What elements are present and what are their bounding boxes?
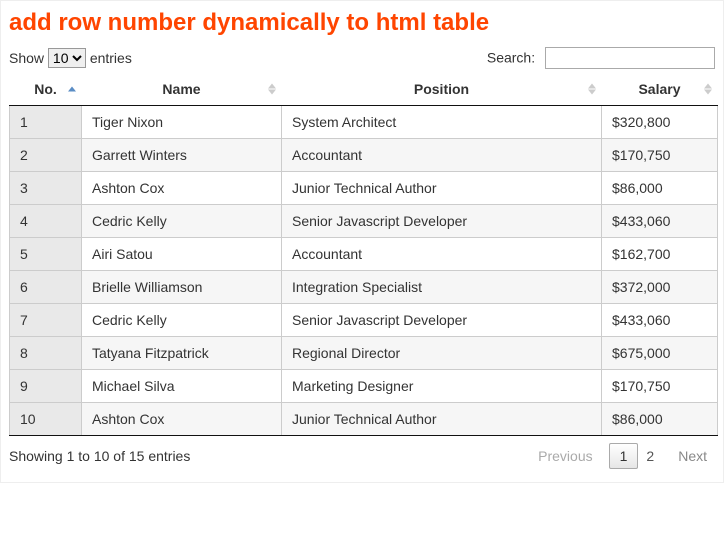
cell-position: Accountant <box>282 139 602 172</box>
table-row: 6Brielle WilliamsonIntegration Specialis… <box>10 271 718 304</box>
cell-name: Michael Silva <box>82 370 282 403</box>
search-label: Search: <box>487 50 535 66</box>
table-row: 8Tatyana FitzpatrickRegional Director$67… <box>10 337 718 370</box>
pagination-pages: 12 <box>609 448 663 464</box>
table-row: 7Cedric KellySenior Javascript Developer… <box>10 304 718 337</box>
length-show-label: Show <box>9 50 44 66</box>
col-header-name[interactable]: Name <box>82 73 282 106</box>
col-header-no-label: No. <box>34 81 57 97</box>
table-row: 5Airi SatouAccountant$162,700 <box>10 238 718 271</box>
cell-salary: $86,000 <box>602 172 718 205</box>
cell-name: Ashton Cox <box>82 172 282 205</box>
sort-icon <box>588 84 596 95</box>
col-header-no[interactable]: No. <box>10 73 82 106</box>
cell-no: 2 <box>10 139 82 172</box>
col-header-salary-label: Salary <box>638 81 680 97</box>
cell-salary: $433,060 <box>602 304 718 337</box>
cell-no: 6 <box>10 271 82 304</box>
cell-no: 4 <box>10 205 82 238</box>
cell-position: Integration Specialist <box>282 271 602 304</box>
cell-position: System Architect <box>282 106 602 139</box>
cell-salary: $433,060 <box>602 205 718 238</box>
cell-name: Airi Satou <box>82 238 282 271</box>
col-header-name-label: Name <box>162 81 200 97</box>
table-row: 10Ashton CoxJunior Technical Author$86,0… <box>10 403 718 436</box>
cell-position: Regional Director <box>282 337 602 370</box>
cell-salary: $372,000 <box>602 271 718 304</box>
cell-position: Accountant <box>282 238 602 271</box>
cell-no: 8 <box>10 337 82 370</box>
cell-salary: $170,750 <box>602 139 718 172</box>
table-body: 1Tiger NixonSystem Architect$320,8002Gar… <box>10 106 718 436</box>
cell-name: Tatyana Fitzpatrick <box>82 337 282 370</box>
search-input[interactable] <box>545 47 715 69</box>
page-2-button[interactable]: 2 <box>638 444 662 468</box>
cell-name: Ashton Cox <box>82 403 282 436</box>
table-row: 2Garrett WintersAccountant$170,750 <box>10 139 718 172</box>
table-row: 4Cedric KellySenior Javascript Developer… <box>10 205 718 238</box>
cell-salary: $675,000 <box>602 337 718 370</box>
table-row: 3Ashton CoxJunior Technical Author$86,00… <box>10 172 718 205</box>
cell-position: Junior Technical Author <box>282 172 602 205</box>
cell-name: Brielle Williamson <box>82 271 282 304</box>
table-row: 9Michael SilvaMarketing Designer$170,750 <box>10 370 718 403</box>
cell-position: Junior Technical Author <box>282 403 602 436</box>
cell-name: Garrett Winters <box>82 139 282 172</box>
col-header-position-label: Position <box>414 81 469 97</box>
cell-position: Senior Javascript Developer <box>282 205 602 238</box>
cell-name: Cedric Kelly <box>82 205 282 238</box>
next-button[interactable]: Next <box>670 444 715 468</box>
datatable-widget: add row number dynamically to html table… <box>0 0 724 483</box>
cell-salary: $170,750 <box>602 370 718 403</box>
cell-salary: $320,800 <box>602 106 718 139</box>
data-table: No. Name Position <box>9 73 718 436</box>
page-1-button[interactable]: 1 <box>609 443 639 469</box>
sort-icon <box>268 84 276 95</box>
search-control: Search: <box>487 47 715 69</box>
cell-salary: $162,700 <box>602 238 718 271</box>
cell-salary: $86,000 <box>602 403 718 436</box>
col-header-position[interactable]: Position <box>282 73 602 106</box>
length-select[interactable]: 10 <box>48 48 86 68</box>
col-header-salary[interactable]: Salary <box>602 73 718 106</box>
sort-icon <box>704 84 712 95</box>
cell-position: Marketing Designer <box>282 370 602 403</box>
cell-no: 1 <box>10 106 82 139</box>
length-control: Show 10 entries <box>9 48 132 68</box>
cell-name: Tiger Nixon <box>82 106 282 139</box>
pagination: Previous 12 Next <box>530 444 715 468</box>
cell-no: 7 <box>10 304 82 337</box>
cell-name: Cedric Kelly <box>82 304 282 337</box>
sort-icon <box>68 87 76 92</box>
page-title: add row number dynamically to html table <box>9 9 715 37</box>
previous-button[interactable]: Previous <box>530 444 600 468</box>
table-info: Showing 1 to 10 of 15 entries <box>9 448 190 464</box>
cell-position: Senior Javascript Developer <box>282 304 602 337</box>
cell-no: 3 <box>10 172 82 205</box>
length-entries-label: entries <box>90 50 132 66</box>
cell-no: 9 <box>10 370 82 403</box>
cell-no: 10 <box>10 403 82 436</box>
table-row: 1Tiger NixonSystem Architect$320,800 <box>10 106 718 139</box>
cell-no: 5 <box>10 238 82 271</box>
